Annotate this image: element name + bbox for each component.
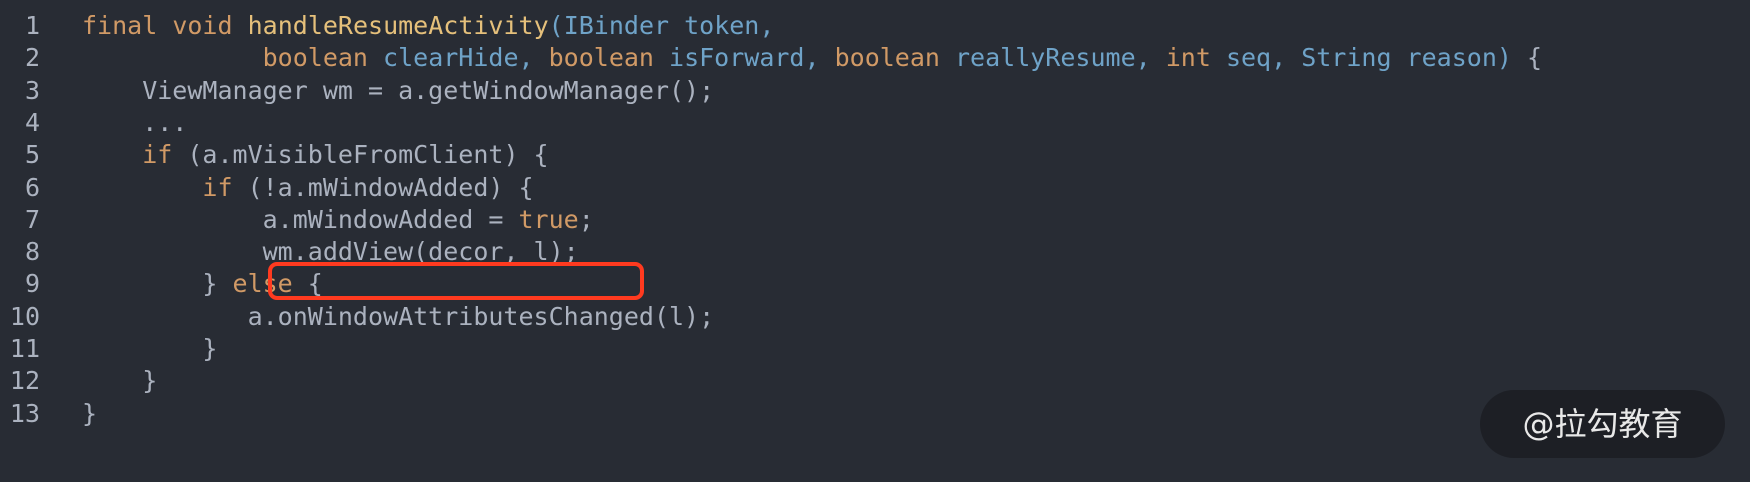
line-number: 4 (24, 107, 40, 137)
line-number: 13 (9, 398, 40, 428)
code-token: } (82, 334, 218, 363)
line-number: 2 (24, 43, 40, 73)
line-number: 1 (24, 11, 40, 40)
line-number: 8 (24, 237, 40, 267)
watermark: @拉勾教育 (1480, 390, 1725, 458)
code-text: ... (82, 105, 187, 141)
code-token: seq, String reason) (1210, 43, 1512, 73)
line-number: 7 (24, 204, 40, 234)
code-text: a.onWindowAttributesChanged(l); (82, 299, 715, 335)
line-number: 9 (24, 269, 40, 299)
code-token: if (142, 140, 173, 170)
code-token: reallyResume, (939, 43, 1166, 73)
code-text: if (!a.mWindowAdded) { (82, 170, 534, 206)
code-token: { (1511, 43, 1543, 73)
code-token: handleResumeActivity (247, 11, 549, 40)
line-number: 6 (24, 172, 40, 202)
code-token: ... (82, 107, 188, 137)
code-viewer: 1 final void handleResumeActivity(IBinder… (0, 0, 1750, 482)
code-text: final void handleResumeActivity(IBinder … (82, 8, 774, 44)
code-token: } (82, 269, 233, 299)
code-token: (!a.mWindowAdded) { (232, 172, 534, 202)
code-token: } (82, 366, 158, 396)
line-number: 10 (9, 301, 40, 331)
code-text: ViewManager wm = a.getWindowManager(); (82, 73, 714, 109)
code-token: boolean (834, 43, 940, 73)
line-number: 3 (24, 75, 40, 105)
code-text: if (a.mVisibleFromClient) { (82, 137, 549, 173)
code-text: } (82, 396, 97, 432)
code-text: a.mWindowAdded = true; (82, 202, 594, 238)
code-token: void (172, 11, 233, 40)
code-token: a.onWindowAttributesChanged(l); (82, 301, 715, 331)
code-text: } (82, 331, 217, 367)
code-token: ViewManager wm = a.getWindowManager(); (82, 75, 715, 105)
code-token: (a.mVisibleFromClient) { (172, 140, 549, 170)
code-token: if (202, 172, 233, 202)
highlight-box (268, 262, 644, 300)
code-token: final (82, 11, 158, 40)
code-token: int (1165, 43, 1211, 73)
code-text: } (82, 363, 157, 399)
code-text: boolean clearHide, boolean isForward, bo… (82, 40, 1542, 76)
code-token: (IBinder token, (548, 11, 775, 40)
line-number: 12 (9, 366, 40, 396)
code-token: true (518, 204, 579, 234)
code-token: ; (578, 204, 594, 234)
code-token: a.mWindowAdded = (82, 204, 519, 234)
code-token: isForward, (653, 43, 835, 73)
code-token: boolean (548, 43, 654, 73)
code-token: boolean (262, 43, 368, 73)
line-number: 11 (9, 334, 40, 363)
code-token: } (82, 398, 98, 428)
code-token: clearHide, (367, 43, 549, 73)
line-number: 5 (24, 140, 40, 170)
